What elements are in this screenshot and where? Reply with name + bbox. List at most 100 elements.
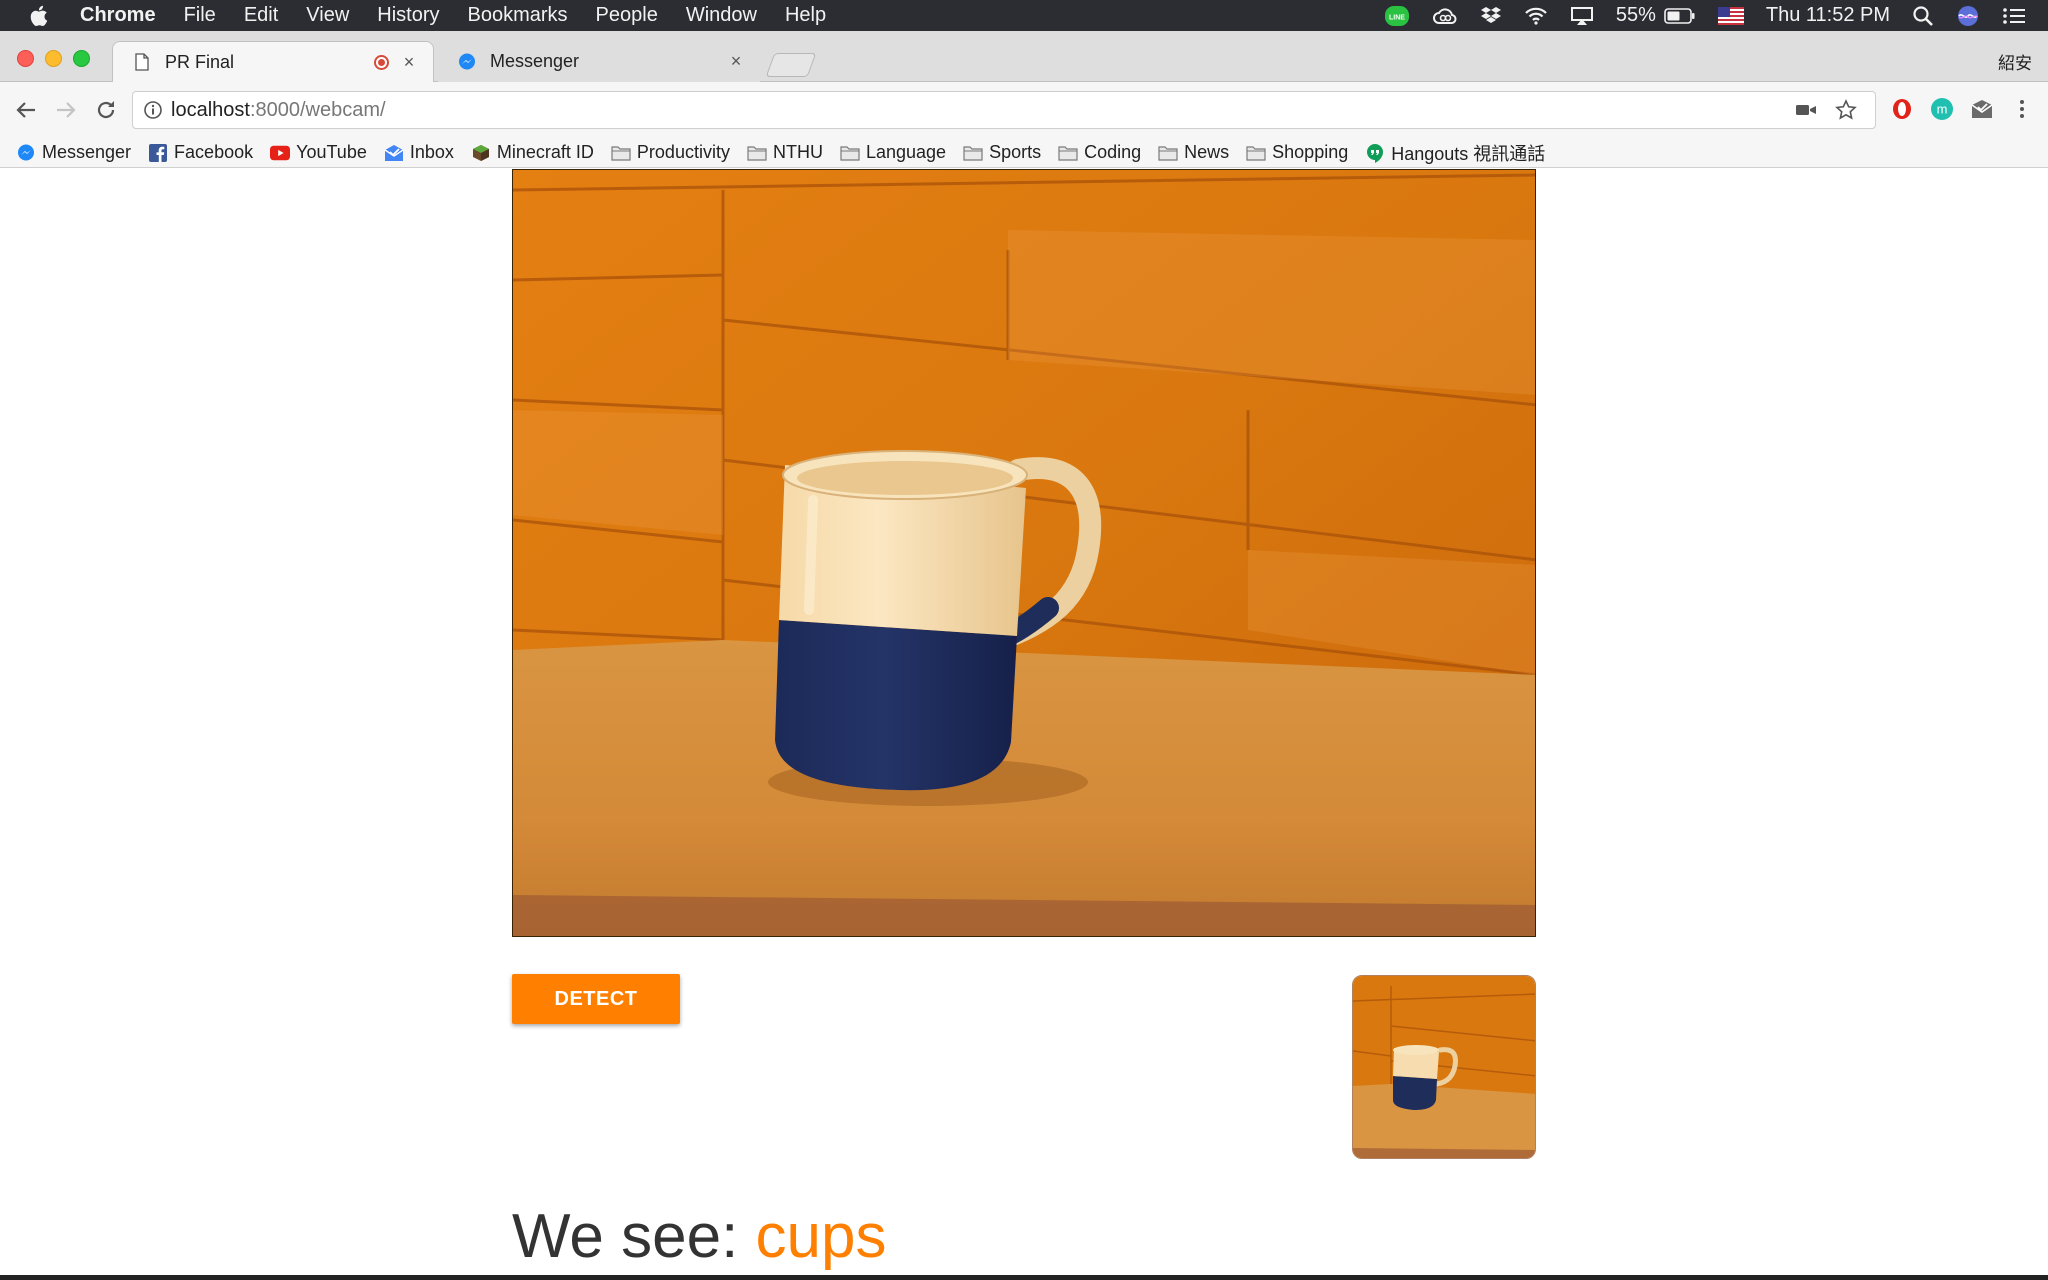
folder-icon bbox=[1058, 144, 1078, 162]
bookmark-folder-productivity[interactable]: Productivity bbox=[611, 142, 730, 163]
bookmarks-bar: Messenger Facebook YouTube Inbox Minecra… bbox=[0, 138, 2048, 168]
detect-button[interactable]: DETECT bbox=[512, 974, 680, 1024]
facebook-icon bbox=[148, 143, 168, 162]
menu-people[interactable]: People bbox=[596, 4, 658, 27]
new-tab-button[interactable] bbox=[765, 53, 817, 77]
webcam-video bbox=[512, 169, 1536, 937]
notification-center-icon[interactable] bbox=[2002, 6, 2026, 26]
opera-vpn-icon[interactable] bbox=[1889, 96, 1915, 122]
menu-window[interactable]: Window bbox=[686, 4, 757, 27]
bookmark-folder-news[interactable]: News bbox=[1158, 142, 1229, 163]
captured-snapshot-thumbnail bbox=[1352, 975, 1536, 1159]
bookmark-folder-nthu[interactable]: NTHU bbox=[747, 142, 823, 163]
messenger-icon bbox=[16, 144, 36, 162]
menu-help[interactable]: Help bbox=[785, 4, 826, 27]
result-prefix: We see: bbox=[512, 1202, 756, 1271]
menu-bookmarks[interactable]: Bookmarks bbox=[468, 4, 568, 27]
tab-title: Messenger bbox=[490, 51, 580, 71]
folder-icon bbox=[840, 144, 860, 162]
bookmark-minecraft-id[interactable]: Minecraft ID bbox=[471, 142, 594, 163]
folder-icon bbox=[963, 144, 983, 162]
creative-cloud-icon[interactable] bbox=[1432, 6, 1458, 26]
messenger-icon bbox=[458, 53, 476, 71]
menu-edit[interactable]: Edit bbox=[244, 4, 278, 27]
bookmark-label: Facebook bbox=[174, 142, 254, 162]
tab-strip: PR Final × Messenger × 紹安 bbox=[0, 31, 2048, 82]
clock-text[interactable]: Thu 11:52 PM bbox=[1766, 4, 1890, 27]
back-arrow-icon[interactable] bbox=[12, 96, 40, 124]
bookmark-label: Language bbox=[865, 142, 947, 162]
window-zoom-button[interactable] bbox=[73, 50, 90, 67]
bookmark-star-icon[interactable] bbox=[1835, 99, 1857, 121]
camera-in-use-icon[interactable] bbox=[1795, 102, 1817, 118]
bookmark-label: Hangouts 視訊通話 bbox=[1391, 143, 1546, 164]
battery-percent[interactable]: 55% bbox=[1616, 4, 1656, 27]
detection-result: We see: cups bbox=[512, 1201, 887, 1272]
tab-pr-final[interactable]: PR Final × bbox=[112, 41, 434, 82]
airplay-icon[interactable] bbox=[1570, 6, 1594, 26]
hangouts-icon bbox=[1365, 143, 1385, 163]
menu-app-name[interactable]: Chrome bbox=[80, 4, 156, 27]
bookmark-inbox[interactable]: Inbox bbox=[384, 142, 454, 163]
url-host: localhost bbox=[171, 98, 250, 121]
line-icon[interactable]: LINE bbox=[1384, 5, 1410, 27]
window-bottom-edge bbox=[0, 1275, 2048, 1280]
bookmark-folder-coding[interactable]: Coding bbox=[1058, 142, 1141, 163]
chrome-menu-icon[interactable] bbox=[2009, 96, 2035, 122]
tab-close-icon[interactable]: × bbox=[726, 51, 746, 72]
site-info-icon[interactable] bbox=[143, 100, 163, 120]
folder-icon bbox=[1158, 144, 1178, 162]
bookmark-messenger[interactable]: Messenger bbox=[16, 142, 131, 163]
reload-icon[interactable] bbox=[92, 96, 120, 124]
recording-indicator-icon bbox=[374, 54, 389, 70]
mail-checker-icon[interactable] bbox=[1969, 96, 1995, 122]
wifi-icon[interactable] bbox=[1524, 6, 1548, 26]
bookmark-folder-shopping[interactable]: Shopping bbox=[1246, 142, 1348, 163]
window-minimize-button[interactable] bbox=[45, 50, 62, 67]
bookmark-label: Sports bbox=[989, 142, 1042, 162]
folder-icon bbox=[747, 144, 767, 162]
browser-toolbar: localhost:8000/webcam/ m bbox=[0, 82, 2048, 138]
bookmark-folder-sports[interactable]: Sports bbox=[963, 142, 1041, 163]
inbox-icon bbox=[384, 144, 404, 162]
youtube-icon bbox=[270, 144, 291, 162]
mercury-extension-icon[interactable]: m bbox=[1929, 96, 1955, 122]
bookmark-hangouts[interactable]: Hangouts 視訊通話 bbox=[1365, 140, 1545, 166]
spotlight-search-icon[interactable] bbox=[1912, 5, 1934, 27]
tab-title: PR Final bbox=[165, 51, 235, 72]
menu-view[interactable]: View bbox=[306, 4, 349, 27]
url-text[interactable]: localhost:8000/webcam/ bbox=[171, 99, 386, 122]
document-icon bbox=[133, 53, 151, 71]
bookmark-facebook[interactable]: Facebook bbox=[148, 142, 253, 163]
bookmark-label: NTHU bbox=[772, 142, 823, 162]
tab-messenger[interactable]: Messenger × bbox=[438, 41, 760, 82]
minecraft-icon bbox=[471, 144, 491, 162]
result-object: cups bbox=[755, 1202, 887, 1271]
siri-icon[interactable] bbox=[1956, 4, 1980, 28]
window-close-button[interactable] bbox=[17, 50, 34, 67]
battery-icon[interactable] bbox=[1664, 7, 1696, 25]
forward-arrow-icon[interactable] bbox=[52, 96, 80, 124]
us-flag-icon[interactable] bbox=[1717, 6, 1744, 25]
folder-icon bbox=[611, 144, 631, 162]
menu-history[interactable]: History bbox=[377, 4, 439, 27]
bookmark-folder-language[interactable]: Language bbox=[840, 142, 946, 163]
menu-file[interactable]: File bbox=[184, 4, 216, 27]
bookmark-label: Inbox bbox=[409, 142, 454, 162]
profile-name[interactable]: 紹安 bbox=[1998, 49, 2032, 74]
url-path: :8000/webcam/ bbox=[249, 98, 386, 121]
address-bar[interactable]: localhost:8000/webcam/ bbox=[132, 91, 1876, 129]
bookmark-label: Minecraft ID bbox=[496, 142, 594, 162]
bookmark-label: YouTube bbox=[296, 142, 367, 162]
svg-text:m: m bbox=[1937, 102, 1948, 117]
bookmark-label: Coding bbox=[1084, 142, 1142, 162]
macos-menu-bar: Chrome File Edit View History Bookmarks … bbox=[0, 0, 2048, 31]
apple-icon[interactable] bbox=[28, 4, 50, 28]
bookmark-label: News bbox=[1184, 142, 1230, 162]
svg-text:LINE: LINE bbox=[1389, 14, 1405, 21]
tab-close-icon[interactable]: × bbox=[399, 52, 419, 73]
bookmark-youtube[interactable]: YouTube bbox=[270, 142, 367, 163]
bookmark-label: Messenger bbox=[42, 142, 132, 162]
dropbox-icon[interactable] bbox=[1480, 6, 1502, 26]
webcam-page: DETECT We see: cups bbox=[0, 169, 2048, 1275]
